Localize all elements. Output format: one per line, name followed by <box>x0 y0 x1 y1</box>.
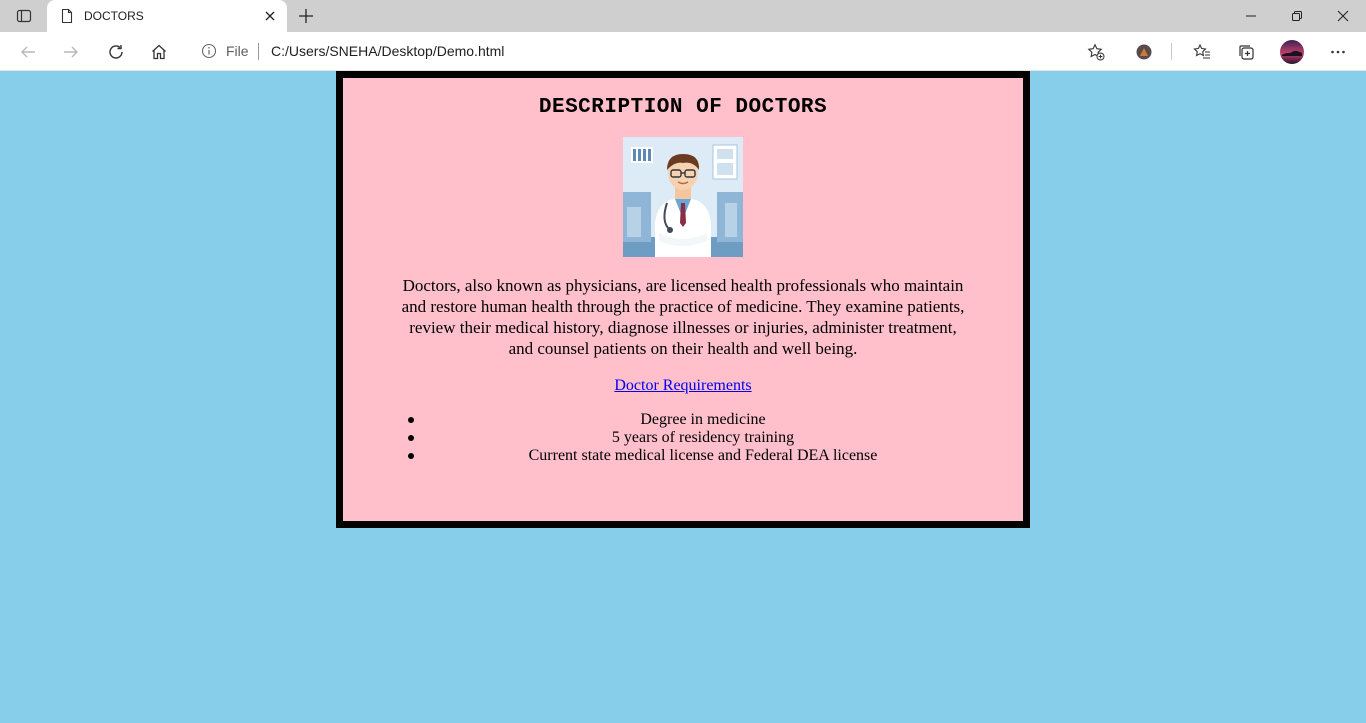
restore-icon[interactable] <box>1274 0 1320 32</box>
doctor-requirements-link[interactable]: Doctor Requirements <box>614 377 751 394</box>
tab-doctors[interactable]: DOCTORS <box>47 0 287 32</box>
close-icon[interactable] <box>260 6 280 26</box>
more-icon[interactable] <box>1322 36 1354 68</box>
description-line: Doctors, also known as physicians, are l… <box>402 276 964 295</box>
page-icon <box>59 8 75 24</box>
extension-icon[interactable] <box>1128 36 1160 68</box>
info-icon[interactable] <box>201 43 217 59</box>
address-scheme-label: File <box>226 43 249 59</box>
bullet-icon <box>408 417 414 423</box>
description-line: and counsel patients on their health and… <box>508 339 858 358</box>
back-arrow-icon[interactable] <box>12 36 44 68</box>
address-bar[interactable]: File C:/Users/SNEHA/Desktop/Demo.html <box>188 36 1116 66</box>
minimize-icon[interactable] <box>1228 0 1274 32</box>
address-separator <box>258 43 259 60</box>
tab-strip: DOCTORS <box>0 0 1366 32</box>
bullet-icon <box>408 435 414 441</box>
refresh-icon[interactable] <box>100 36 132 68</box>
requirements-list: Degree in medicine 5 years of residency … <box>408 411 983 465</box>
home-icon[interactable] <box>143 36 175 68</box>
list-item-text: Degree in medicine <box>640 411 766 428</box>
description-line: and restore human health through the pra… <box>401 297 965 316</box>
list-item: 5 years of residency training <box>408 429 983 447</box>
requirements-link-row: Doctor Requirements <box>343 377 1023 395</box>
content-box: DESCRIPTION OF DOCTORS Doctors, also kno… <box>343 78 1023 521</box>
list-item: Degree in medicine <box>408 411 983 429</box>
description-text: Doctors, also known as physicians, are l… <box>383 275 983 359</box>
list-item: Current state medical license and Federa… <box>408 447 983 465</box>
list-item-text: 5 years of residency training <box>611 429 795 446</box>
collections-icon[interactable] <box>1230 36 1262 68</box>
favorites-icon[interactable] <box>1186 36 1218 68</box>
description-line: review their medical history, diagnose i… <box>409 318 957 337</box>
forward-arrow-icon[interactable] <box>55 36 87 68</box>
profile-avatar[interactable] <box>1276 36 1308 68</box>
tab-actions-icon[interactable] <box>8 0 40 32</box>
bullet-icon <box>408 453 414 459</box>
doctor-illustration <box>623 137 743 257</box>
address-url[interactable]: C:/Users/SNEHA/Desktop/Demo.html <box>271 43 504 59</box>
tab-title: DOCTORS <box>84 9 144 23</box>
plus-icon[interactable] <box>292 2 320 30</box>
list-item-text: Current state medical license and Federa… <box>528 447 878 464</box>
close-window-icon[interactable] <box>1320 0 1366 32</box>
toolbar-divider <box>1171 43 1172 60</box>
page-heading: DESCRIPTION OF DOCTORS <box>538 96 828 119</box>
star-plus-icon[interactable] <box>1086 42 1106 62</box>
browser-toolbar: File C:/Users/SNEHA/Desktop/Demo.html <box>0 32 1366 71</box>
